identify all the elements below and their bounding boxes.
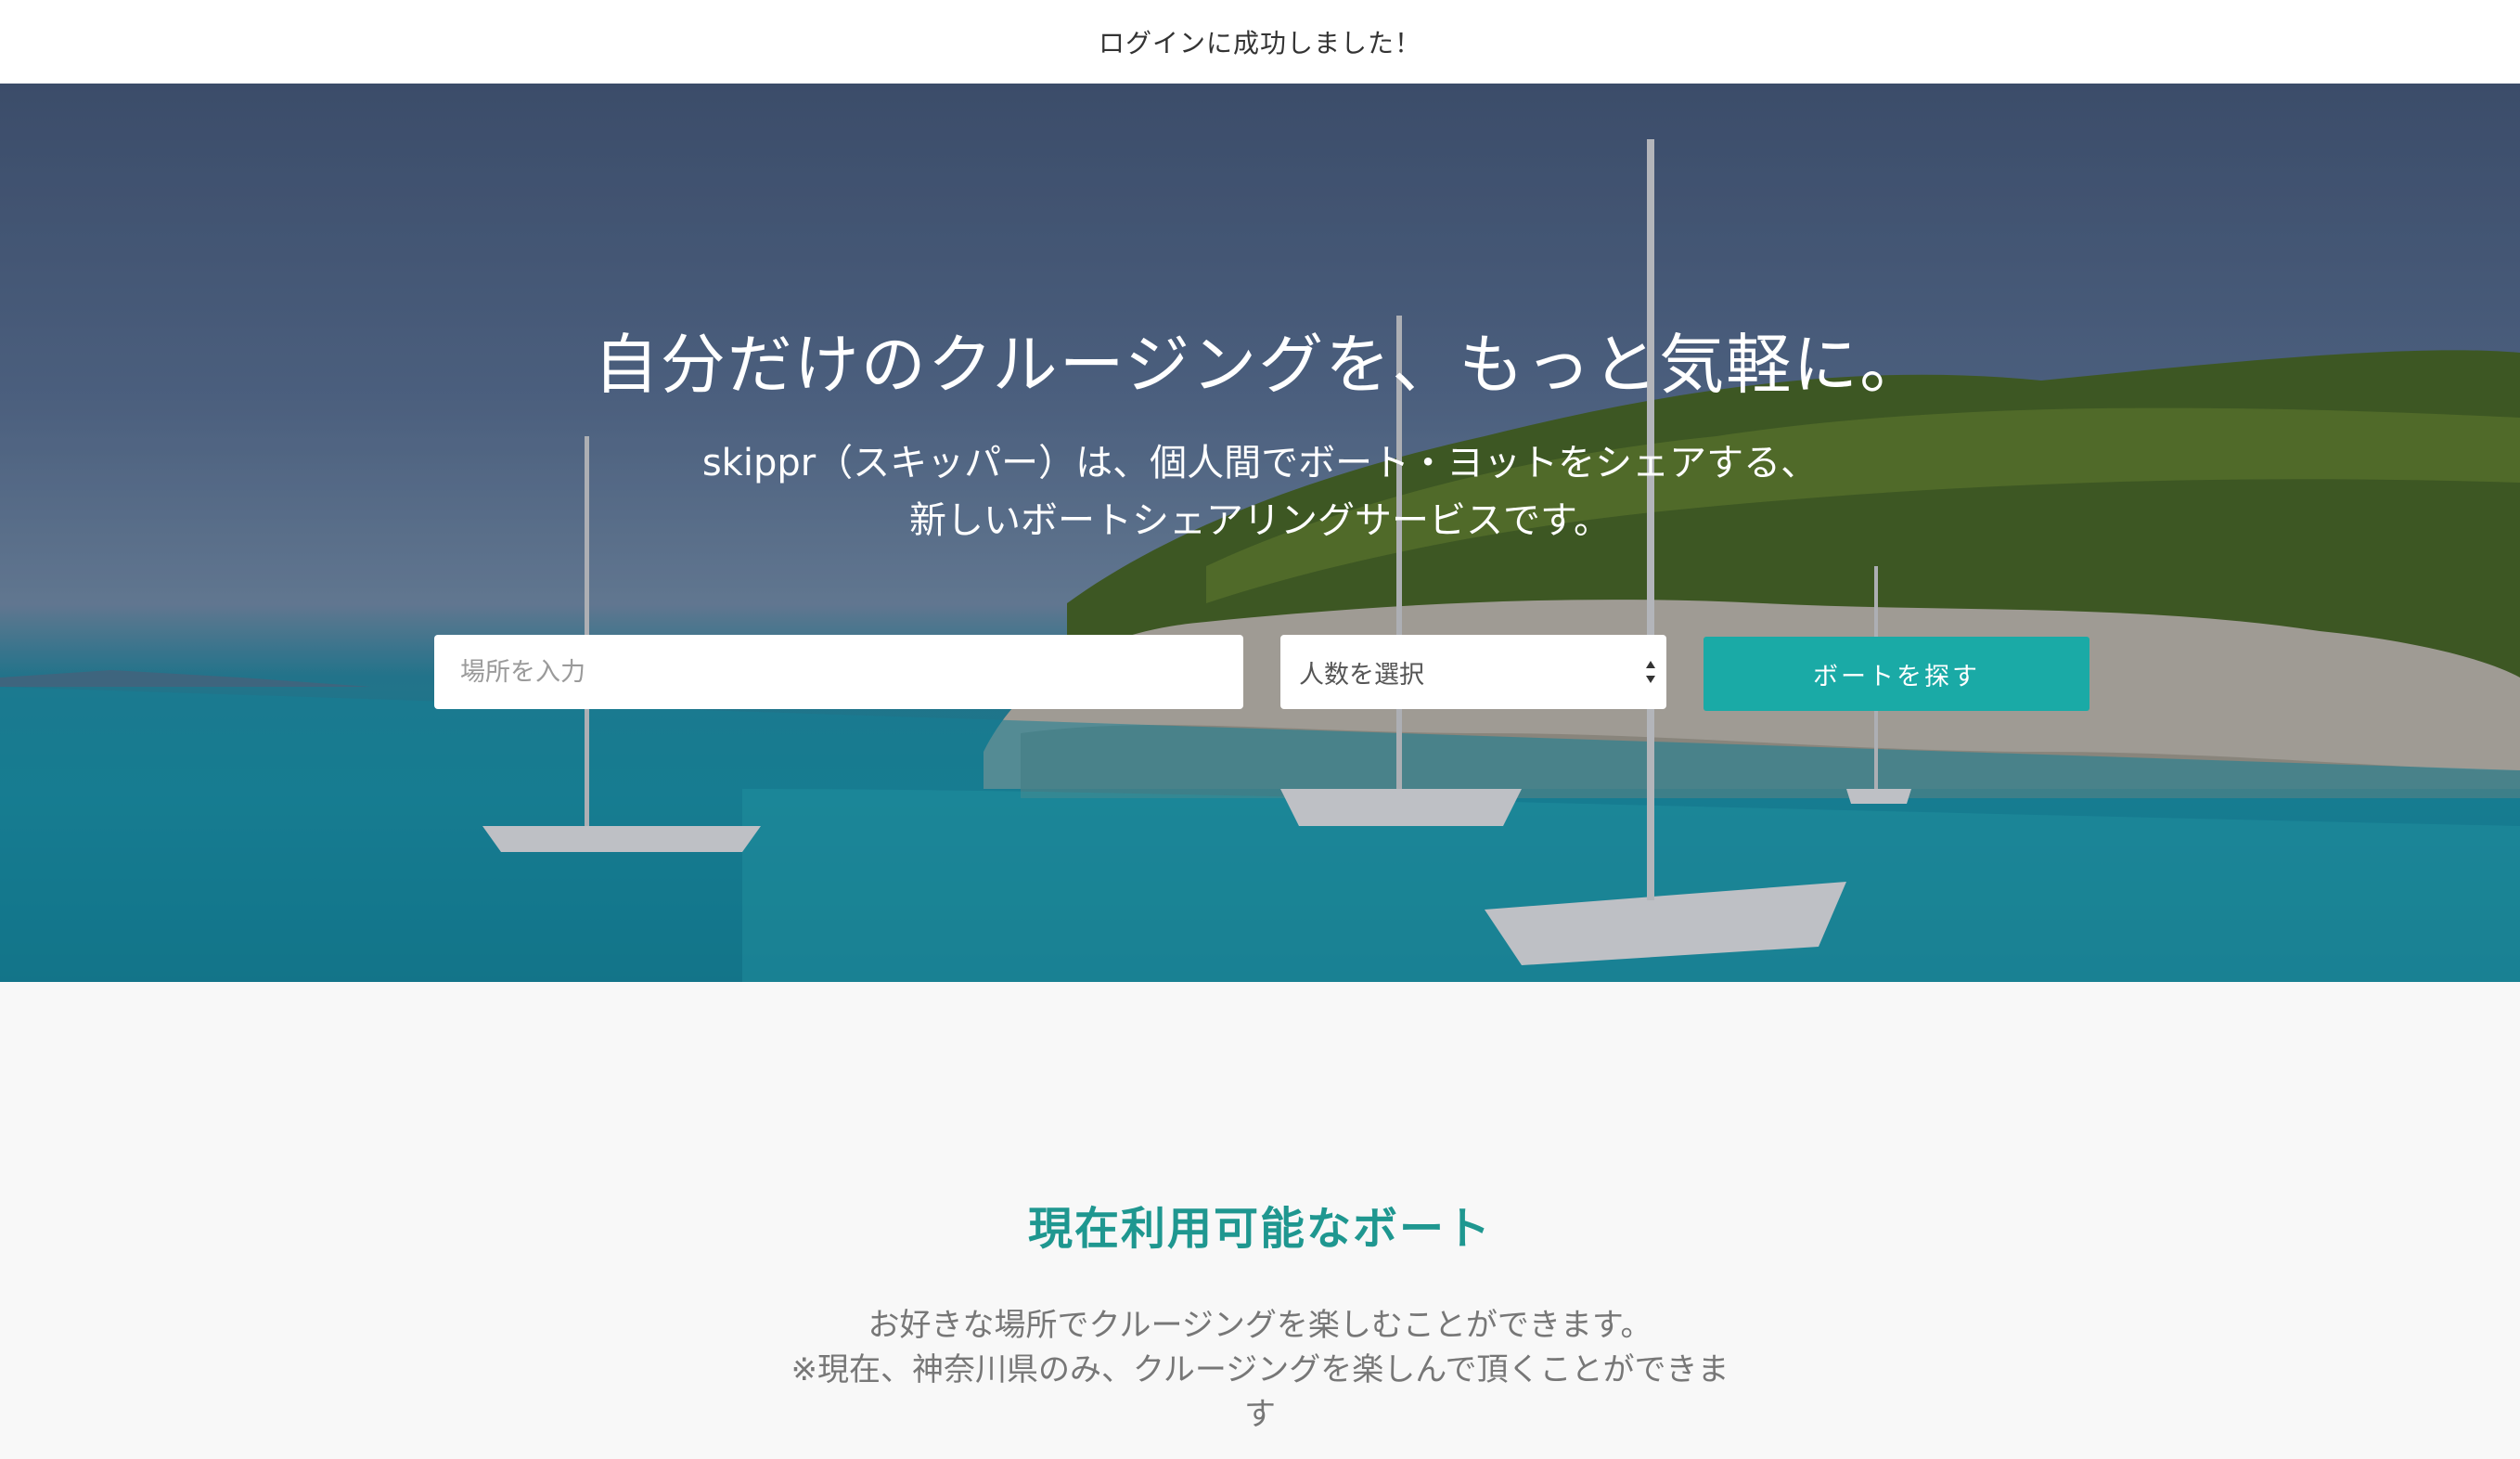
hero-subline-line-2: 新しいボートシェアリングサービスです。 (909, 499, 1611, 542)
available-boats-description: お好きな場所でクルージングを楽しむことができます。 ※現在、神奈川県のみ、クルー… (750, 1303, 1770, 1437)
hero-subline: skippr（スキッパー）は、個人間でボート・ヨットをシェアする、 新しいボート… (0, 434, 2520, 549)
hero-section: 自分だけのクルージングを、もっと気軽に。 skippr（スキッパー）は、個人間で… (0, 84, 2520, 982)
login-success-flash: ログインに成功しました！ (0, 0, 2520, 84)
select-updown-icon (1646, 661, 1655, 683)
hero-subline-line-1: skippr（スキッパー）は、個人間でボート・ヨットをシェアする、 (701, 442, 1819, 484)
hero-headline: 自分だけのクルージングを、もっと気軽に。 (593, 327, 1927, 403)
flash-message: ログインに成功しました！ (1098, 28, 1421, 58)
description-line-1: お好きな場所でクルージングを楽しむことができます。 (868, 1307, 1652, 1344)
people-count-select[interactable]: 人数を選択 (1280, 635, 1666, 709)
people-count-selected: 人数を選択 (1299, 660, 1424, 690)
description-line-2: ※現在、神奈川県のみ、クルージングを楽しんで頂くことができま (791, 1351, 1729, 1388)
boat-search-form: 人数を選択 ボートを探す (0, 635, 2520, 711)
available-boats-title: 現在利用可能なボート (1027, 1203, 1492, 1255)
search-boats-button[interactable]: ボートを探す (1704, 637, 2089, 711)
place-input[interactable] (434, 635, 1243, 709)
description-line-3: す (1244, 1396, 1276, 1433)
